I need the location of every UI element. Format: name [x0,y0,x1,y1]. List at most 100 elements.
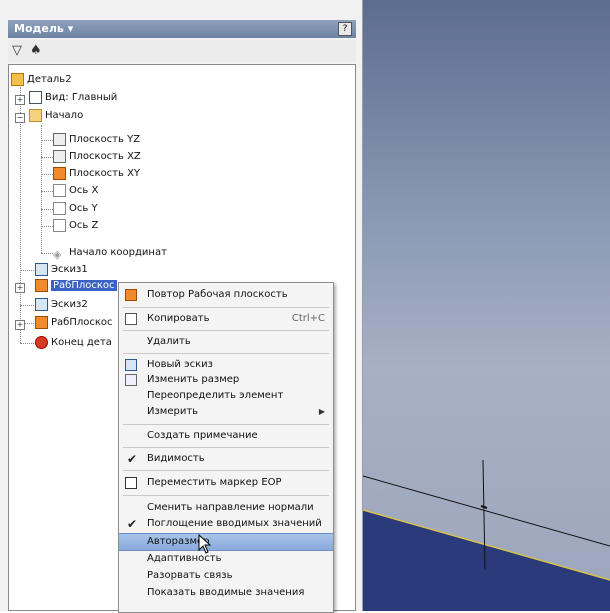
expand-icon[interactable]: + [15,95,25,105]
sketch-point [480,505,488,509]
tree-node-part[interactable]: Деталь2 [11,71,72,88]
binoculars-icon[interactable]: ♠ [30,43,42,58]
tree-node-origin-folder[interactable]: Начало [29,107,83,124]
tree-label: Конец дета [51,337,112,348]
tree-label: Эскиз1 [51,264,88,275]
filter-icon[interactable]: ▽ [12,43,22,58]
tree-node-origin-point[interactable]: ◈ Начало координат [53,244,167,261]
menu-item-new-sketch[interactable]: Новый эскиз [119,357,333,373]
menu-label: Новый эскиз [147,359,213,370]
mouse-cursor-icon [198,534,212,554]
tree-label: Плоскость XZ [69,151,141,162]
tree-line [41,125,42,253]
tree-node-sketch1[interactable]: Эскиз1 [35,261,88,278]
menu-label: Видимость [147,453,205,464]
tree-branch [20,305,34,306]
workplane-icon [35,316,48,329]
part-icon [11,73,24,86]
menu-item-flip-normal[interactable]: Сменить направление нормали [119,500,333,516]
tree-node-end-of-part[interactable]: Конец дета [35,334,112,351]
workplane-surface [363,510,610,611]
tree-branch [41,209,53,210]
menu-item-consume-inputs[interactable]: ✔ Поглощение вводимых значений [119,516,333,532]
menu-item-repeat[interactable]: Повтор Рабочая плоскость [119,287,333,303]
menu-label: Повтор Рабочая плоскость [147,289,288,300]
tree-node-plane-yz[interactable]: Плоскость YZ [53,131,140,148]
menu-item-show-inputs[interactable]: Показать вводимые значения [119,585,333,601]
tree-label: Деталь2 [27,74,72,85]
workplane-icon [53,133,66,146]
menu-item-break-link[interactable]: Разорвать связь [119,568,333,584]
workplane-icon [35,279,48,292]
tree-node-plane-xz[interactable]: Плоскость XZ [53,148,141,165]
tree-label: Ось Z [69,220,99,231]
workplane-icon [125,289,137,301]
viewport-geometry [363,459,610,611]
expand-icon[interactable]: + [15,283,25,293]
menu-item-resize[interactable]: Изменить размер [119,372,333,388]
menu-separator [123,330,329,331]
browser-titlebar[interactable]: Модель ▾ ? [8,20,356,38]
menu-label: Переместить маркер EOP [147,477,282,488]
sketch-icon [35,298,48,311]
menu-item-redefine[interactable]: Переопределить элемент [119,388,333,404]
collapse-icon[interactable]: − [15,113,25,123]
menu-item-create-note[interactable]: Создать примечание [119,428,333,444]
folder-icon [29,109,42,122]
copy-icon [125,313,137,325]
sketch-icon [35,263,48,276]
menu-item-copy[interactable]: Копировать Ctrl+C [119,311,333,327]
tree-node-plane-xy[interactable]: Плоскость XY [53,165,140,182]
tree-node-view[interactable]: Вид: Главный [29,89,117,106]
menu-separator [123,495,329,496]
tree-node-axis-z[interactable]: Ось Z [53,217,98,234]
menu-label: Переопределить элемент [147,390,284,401]
help-icon[interactable]: ? [338,22,352,36]
menu-label: Сменить направление нормали [147,502,314,513]
tree-node-axis-x[interactable]: Ось X [53,182,98,199]
tree-label: Ось X [69,185,99,196]
tree-label: Вид: Главный [45,92,118,103]
graphics-viewport[interactable] [363,0,610,611]
axis-icon [53,202,66,215]
tree-branch [20,343,34,344]
tree-branch [20,270,34,271]
workplane-icon [53,150,66,163]
tree-label: Ось Y [69,203,98,214]
menu-item-delete[interactable]: Удалить [119,334,333,350]
expand-icon[interactable]: + [15,320,25,330]
menu-separator [123,424,329,425]
tree-node-workplane1[interactable]: РабПлоскос [35,277,117,294]
sketch-icon [125,359,137,371]
menu-item-move-eop[interactable]: Переместить маркер EOP [119,475,333,491]
axis-icon [53,219,66,232]
menu-item-autoresize[interactable]: Авторазмер [119,533,333,551]
tree-branch [41,253,53,254]
menu-label: Копировать [147,313,210,324]
menu-separator [123,470,329,471]
menu-item-adaptive[interactable]: Адаптивность [119,551,333,567]
tree-label: Плоскость YZ [69,134,141,145]
menu-label: Удалить [147,336,191,347]
menu-label: Поглощение вводимых значений [147,518,322,529]
tree-branch [41,157,53,158]
checkmark-icon: ✔ [127,517,138,531]
menu-label: Создать примечание [147,430,258,441]
menu-label: Измерить [147,406,199,417]
tree-node-workplane2[interactable]: РабПлоскос [35,314,113,331]
menu-label: Разорвать связь [147,570,233,581]
tree-label: РабПлоскос [51,317,113,328]
checkmark-icon: ✔ [127,452,138,466]
tree-node-axis-y[interactable]: Ось Y [53,200,98,217]
axis-icon [53,184,66,197]
browser-title[interactable]: Модель ▾ [14,22,73,35]
menu-separator [123,353,329,354]
tree-node-sketch2[interactable]: Эскиз2 [35,296,88,313]
browser-toolbar: ▽ ♠ [8,40,356,62]
menu-item-measure[interactable]: Измерить ▶ [119,404,333,420]
tree-branch [41,191,53,192]
workplane-active-icon [53,167,66,180]
menu-item-visibility[interactable]: ✔ Видимость [119,451,333,467]
menu-separator [123,307,329,308]
tree-label: Начало [45,110,84,121]
